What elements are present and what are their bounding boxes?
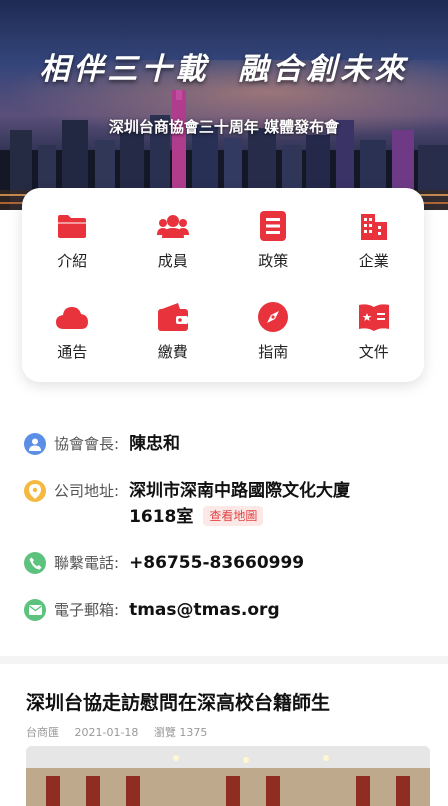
members-icon: [156, 210, 189, 242]
menu-label: 指南: [258, 343, 289, 361]
article-source: 台商匯: [26, 726, 59, 739]
menu-label: 繳費: [157, 343, 188, 361]
menu-item-members[interactable]: 成員: [123, 210, 224, 271]
article-date: 2021-01-18: [74, 726, 139, 739]
location-pin-icon: [24, 480, 46, 502]
address-label: 公司地址:: [54, 482, 120, 500]
compass-icon: [257, 301, 289, 333]
cloud-icon: [56, 301, 89, 333]
phone-label: 聯繫電話:: [54, 554, 120, 572]
menu-label: 文件: [358, 343, 389, 361]
phone-value[interactable]: +86755-83660999: [129, 550, 304, 576]
email-value[interactable]: tmas@tmas.org: [129, 597, 280, 623]
banner-title: 相伴三十載 融合創未來: [39, 52, 409, 87]
president-row: 協會會長: 陳忠和: [24, 431, 180, 457]
section-divider: [0, 656, 448, 664]
menu-item-documents[interactable]: 文件: [324, 301, 425, 362]
president-label: 協會會長:: [54, 435, 120, 453]
document-list-icon: [257, 210, 289, 242]
article-title[interactable]: 深圳台協走訪慰問在深高校台籍師生: [26, 688, 426, 715]
menu-label: 通告: [57, 343, 88, 361]
article-thumbnail-image[interactable]: [26, 746, 430, 806]
article-photo: [26, 746, 430, 806]
banner-subtitle: 深圳台商協會三十周年 媒體發布會: [108, 118, 340, 136]
address-value-wrapper: 深圳市深南中路國際文化大廈1618室 查看地圖: [129, 478, 389, 530]
wallet-icon: [157, 301, 189, 333]
menu-item-notice[interactable]: 通告: [22, 301, 123, 362]
menu-label: 企業: [358, 252, 389, 270]
person-icon: [24, 433, 46, 455]
president-value: 陳忠和: [129, 434, 181, 454]
menu-item-policy[interactable]: 政策: [223, 210, 324, 271]
menu-label: 政策: [258, 252, 289, 270]
menu-item-guide[interactable]: 指南: [223, 301, 324, 362]
phone-row[interactable]: 聯繫電話: +86755-83660999: [24, 550, 304, 576]
menu-label: 介紹: [57, 252, 88, 270]
phone-icon: [24, 552, 46, 574]
folder-icon: [56, 210, 88, 242]
hero-banner[interactable]: 相伴三十載 融合創未來 深圳台商協會三十周年 媒體發布會: [0, 0, 448, 210]
menu-grid: 介紹 成員 政策 企業 通告 繳費 指南 文件: [22, 210, 424, 362]
menu-card: 介紹 成員 政策 企業 通告 繳費 指南 文件: [22, 188, 424, 382]
address-row: 公司地址: 深圳市深南中路國際文化大廈1618室 查看地圖: [24, 478, 389, 530]
menu-item-introduction[interactable]: 介紹: [22, 210, 123, 271]
book-icon: [358, 301, 390, 333]
menu-item-payment[interactable]: 繳費: [123, 301, 224, 362]
mail-icon: [24, 599, 46, 621]
menu-item-enterprise[interactable]: 企業: [324, 210, 425, 271]
view-map-link[interactable]: 查看地圖: [203, 506, 264, 526]
email-label: 電子郵箱:: [54, 601, 120, 619]
email-row[interactable]: 電子郵箱: tmas@tmas.org: [24, 597, 280, 623]
article-meta: 台商匯 2021-01-18 瀏覽 1375: [26, 724, 219, 740]
building-icon: [358, 210, 390, 242]
menu-label: 成員: [157, 252, 188, 270]
article-views: 瀏覽 1375: [153, 726, 208, 739]
